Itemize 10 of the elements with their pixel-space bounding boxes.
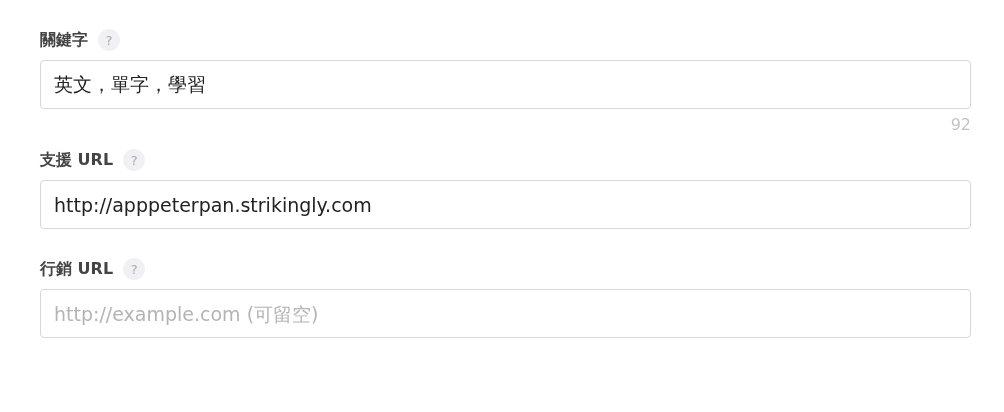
field-label: 關鍵字 [40, 29, 88, 51]
help-badge[interactable]: ? [123, 149, 146, 171]
character-counter: 92 [950, 115, 971, 134]
input-field[interactable]: http://apppeterpan.strikingly.com [40, 180, 971, 229]
help-badge[interactable]: ? [123, 258, 146, 280]
input-field[interactable]: 英文，單字，學習 [40, 60, 971, 109]
field-label: 支援 URL [40, 149, 114, 171]
help-badge[interactable]: ? [98, 29, 120, 51]
input-field[interactable]: http://example.com (可留空) [40, 289, 971, 338]
field-label: 行銷 URL [40, 258, 114, 280]
